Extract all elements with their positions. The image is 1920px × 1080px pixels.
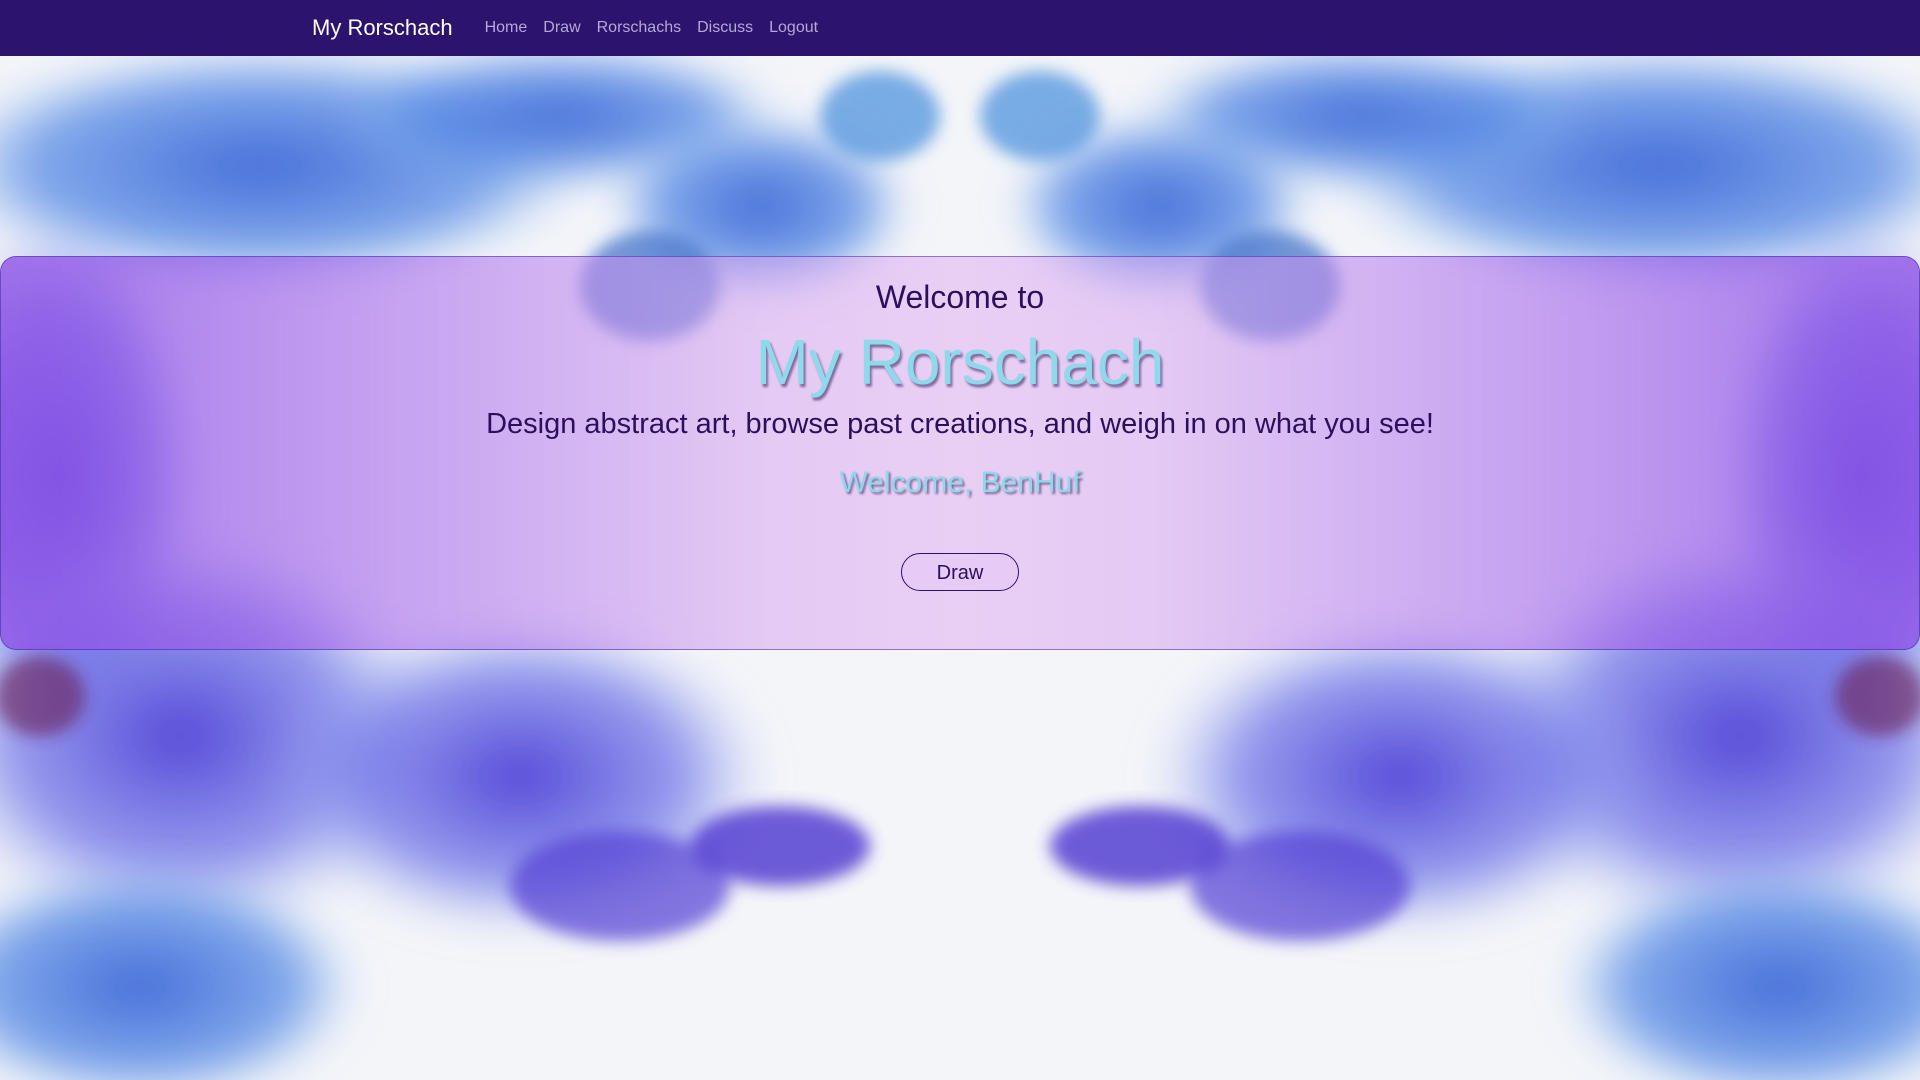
top-navbar: My Rorschach Home Draw Rorschachs Discus… (0, 0, 1920, 56)
nav-link-draw[interactable]: Draw (535, 19, 588, 37)
tagline: Design abstract art, browse past creatio… (486, 408, 1434, 440)
nav-link-rorschachs[interactable]: Rorschachs (589, 19, 689, 37)
draw-button[interactable]: Draw (901, 553, 1019, 591)
nav-link-logout[interactable]: Logout (761, 19, 826, 37)
nav-link-home[interactable]: Home (477, 19, 536, 37)
brand-link[interactable]: My Rorschach (312, 15, 453, 41)
welcome-heading: Welcome to (875, 279, 1045, 315)
hero-panel: Welcome to My Rorschach Design abstract … (0, 256, 1920, 650)
nav-links: Home Draw Rorschachs Discuss Logout (477, 19, 826, 37)
site-title: My Rorschach (755, 326, 1165, 398)
user-welcome: Welcome, BenHuf (839, 466, 1081, 499)
nav-link-discuss[interactable]: Discuss (689, 19, 761, 37)
